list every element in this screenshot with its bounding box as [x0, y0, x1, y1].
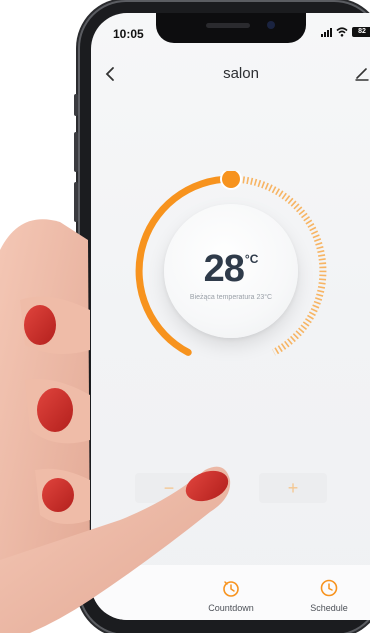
current-temperature-label: Bieżąca temperatura 23°C [189, 294, 273, 301]
wifi-icon [336, 27, 348, 37]
page-title: salon [223, 65, 259, 82]
photo-scene: 10:05 82 salon 28°C Bieżąca temperatura … [0, 0, 370, 633]
ring-fingernail [24, 305, 56, 345]
temperature-dial[interactable]: 28°C Bieżąca temperatura 23°C [131, 168, 331, 371]
set-temperature: 28°C [164, 248, 298, 291]
tab-schedule[interactable]: Schedule [289, 579, 369, 613]
middle-fingernail [37, 388, 73, 432]
temperature-unit: °C [244, 252, 259, 266]
front-camera [267, 21, 275, 29]
dial-handle[interactable] [220, 168, 242, 190]
palm [0, 219, 90, 633]
speaker-grille [206, 23, 250, 28]
status-time: 10:05 [113, 27, 144, 41]
little-fingernail [42, 478, 74, 512]
dial-center: 28°C Bieżąca temperatura 23°C [164, 204, 298, 338]
timer-icon [223, 581, 239, 597]
tab-schedule-label: Schedule [310, 603, 348, 613]
volume-down-button [74, 182, 78, 222]
battery-icon: 82 [352, 27, 370, 37]
tab-countdown-label: Countdown [208, 603, 254, 613]
back-chevron-icon[interactable] [103, 65, 117, 83]
notch [156, 13, 306, 43]
bottom-tab-bar: Countdown Schedule [91, 565, 370, 620]
mute-switch [74, 94, 78, 116]
status-icons: 82 [321, 27, 370, 37]
volume-up-button [74, 132, 78, 172]
tab-countdown[interactable]: Countdown [191, 579, 271, 613]
signal-icon [321, 27, 332, 37]
increase-temperature-button[interactable]: + [259, 473, 327, 503]
set-temperature-value: 28 [203, 248, 245, 290]
phone-frame: 10:05 82 salon 28°C Bieżąca temperatura … [74, 2, 370, 633]
edit-pencil-icon[interactable] [354, 65, 370, 81]
clock-icon [320, 579, 338, 597]
decrease-temperature-button[interactable]: − [135, 473, 203, 503]
app-screen: 10:05 82 salon 28°C Bieżąca temperatura … [91, 13, 370, 620]
